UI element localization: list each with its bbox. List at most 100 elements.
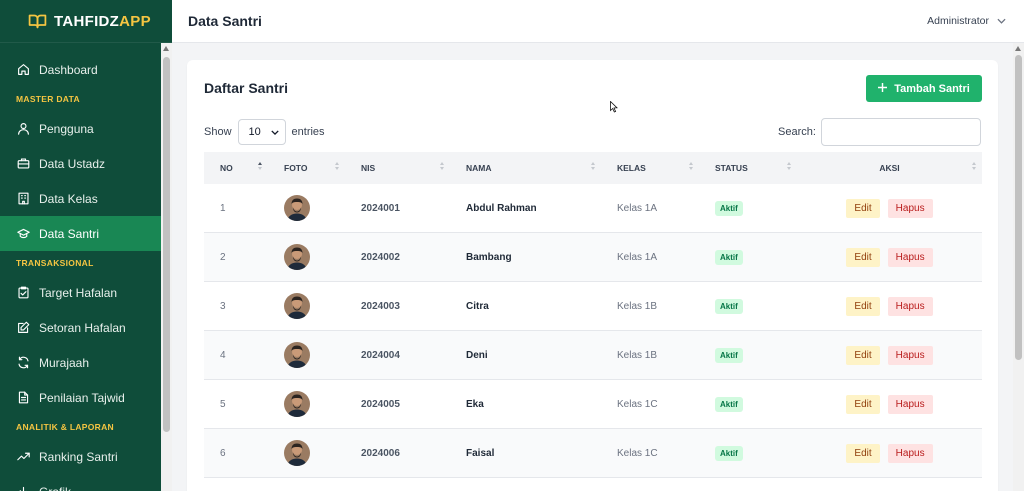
sidebar-item-target-hafalan[interactable]: Target Hafalan bbox=[0, 275, 161, 310]
chevron-down-icon bbox=[997, 15, 1006, 27]
sort-icon bbox=[972, 162, 976, 170]
sidebar-item-murajaah[interactable]: Murajaah bbox=[0, 345, 161, 380]
cell-aksi: Edit Hapus bbox=[797, 198, 982, 218]
sidebar-item-label: Pengguna bbox=[39, 121, 94, 136]
cell-aksi: Edit Hapus bbox=[797, 296, 982, 316]
table-body: 1 2024001 Abdul Rahman Kelas 1A Aktif Edit Hap… bbox=[204, 184, 982, 478]
table-row: 4 2024004 Deni Kelas 1B Aktif Edit Hapus bbox=[204, 331, 982, 380]
table-row: 3 2024003 Citra Kelas 1B Aktif Edit Hapus bbox=[204, 282, 982, 331]
avatar bbox=[284, 391, 310, 417]
home-icon bbox=[18, 64, 29, 75]
cell-foto bbox=[268, 440, 345, 466]
sidebar-item-data-santri[interactable]: Data Santri bbox=[0, 216, 161, 251]
sidebar-item-label: Data Ustadz bbox=[39, 156, 106, 171]
sidebar-item-label: Grafik bbox=[39, 485, 71, 491]
sidebar-item-data-ustadz[interactable]: Data Ustadz bbox=[0, 146, 161, 181]
status-badge: Aktif bbox=[715, 298, 743, 314]
sidebar-item-label: Ranking Santri bbox=[39, 449, 118, 464]
column-header-status[interactable]: STATUS bbox=[699, 152, 797, 184]
sidebar-item-label: Setoran Hafalan bbox=[39, 320, 126, 335]
briefcase-icon bbox=[17, 158, 30, 169]
sidebar-item-ranking-santri[interactable]: Ranking Santri bbox=[0, 439, 161, 474]
delete-button[interactable]: Hapus bbox=[887, 198, 933, 218]
column-header-kelas[interactable]: KELAS bbox=[601, 152, 699, 184]
cell-foto bbox=[268, 342, 345, 368]
cell-aksi: Edit Hapus bbox=[797, 443, 982, 463]
status-badge: Aktif bbox=[715, 396, 743, 412]
avatar bbox=[284, 244, 310, 270]
cell-kelas: Kelas 1A bbox=[617, 202, 658, 214]
sidebar-item-data-kelas[interactable]: Data Kelas bbox=[0, 181, 161, 216]
cell-kelas: Kelas 1A bbox=[617, 251, 658, 263]
sidebar-scrollbar[interactable] bbox=[161, 43, 172, 491]
main-scrollbar[interactable] bbox=[1013, 43, 1024, 491]
sort-icon bbox=[787, 162, 791, 170]
add-santri-button[interactable]: Tambah Santri bbox=[866, 75, 982, 102]
edit-button[interactable]: Edit bbox=[846, 198, 880, 218]
avatar bbox=[284, 195, 310, 221]
chevron-down-icon bbox=[270, 126, 279, 138]
cell-foto bbox=[268, 293, 345, 319]
delete-button[interactable]: Hapus bbox=[887, 394, 933, 414]
edit-button[interactable]: Edit bbox=[846, 443, 880, 463]
cell-kelas: Kelas 1B bbox=[617, 349, 658, 361]
cell-nis: 2024005 bbox=[361, 398, 400, 410]
edit-button[interactable]: Edit bbox=[846, 296, 880, 316]
column-header-nama[interactable]: NAMA bbox=[450, 152, 601, 184]
table-row: 6 2024006 Faisal Kelas 1C Aktif Edit Hapus bbox=[204, 429, 982, 478]
graduation-cap-icon bbox=[17, 228, 30, 239]
user-menu[interactable]: Administrator bbox=[927, 15, 1008, 27]
cell-no: 2 bbox=[220, 251, 226, 263]
column-header-no[interactable]: NO bbox=[204, 152, 268, 184]
table-row: 5 2024005 Eka Kelas 1C Aktif Edit Hapus bbox=[204, 380, 982, 429]
sort-icon bbox=[440, 162, 444, 170]
main-scrollbar-thumb[interactable] bbox=[1015, 55, 1022, 360]
edit-button[interactable]: Edit bbox=[846, 247, 880, 267]
cell-no: 3 bbox=[220, 300, 226, 312]
cell-nama: Abdul Rahman bbox=[466, 202, 537, 214]
cell-nis: 2024002 bbox=[361, 251, 400, 263]
status-badge: Aktif bbox=[715, 200, 743, 216]
sidebar-item-pengguna[interactable]: Pengguna bbox=[0, 111, 161, 146]
sidebar-item-grafik[interactable]: Grafik bbox=[0, 474, 161, 491]
sidebar-item-label: Penilaian Tajwid bbox=[39, 390, 125, 405]
column-header-foto[interactable]: FOTO bbox=[268, 152, 345, 184]
cell-status: Aktif bbox=[699, 200, 797, 216]
column-header-nis[interactable]: NIS bbox=[345, 152, 450, 184]
status-badge: Aktif bbox=[715, 347, 743, 363]
sidebar-section-master-data: MASTER DATA bbox=[16, 94, 80, 104]
sort-icon bbox=[335, 162, 339, 170]
cell-status: Aktif bbox=[699, 347, 797, 363]
delete-button[interactable]: Hapus bbox=[887, 345, 933, 365]
sidebar-item-setoran-hafalan[interactable]: Setoran Hafalan bbox=[0, 310, 161, 345]
delete-button[interactable]: Hapus bbox=[887, 247, 933, 267]
sidebar-item-label: Murajaah bbox=[39, 355, 90, 370]
search-input[interactable] bbox=[820, 118, 981, 146]
delete-button[interactable]: Hapus bbox=[887, 443, 933, 463]
sidebar-item-label: Dashboard bbox=[39, 62, 98, 77]
avatar bbox=[284, 440, 310, 466]
edit-button[interactable]: Edit bbox=[846, 345, 880, 365]
column-header-aksi[interactable]: AKSI bbox=[797, 152, 982, 184]
document-icon bbox=[18, 391, 29, 404]
cell-no: 5 bbox=[220, 398, 226, 410]
card-title: Daftar Santri bbox=[204, 80, 289, 96]
brand[interactable]: TAHFIDZAPP bbox=[0, 0, 172, 43]
sort-icon bbox=[258, 162, 262, 170]
sidebar-item-penilaian-tajwid[interactable]: Penilaian Tajwid bbox=[0, 380, 161, 415]
delete-button[interactable]: Hapus bbox=[887, 296, 933, 316]
sidebar-scrollbar-thumb[interactable] bbox=[163, 57, 170, 432]
brand-name: TAHFIDZAPP bbox=[54, 12, 151, 30]
entries-select[interactable]: 10 bbox=[237, 119, 286, 145]
cell-aksi: Edit Hapus bbox=[797, 394, 982, 414]
sidebar-item-dashboard[interactable]: Dashboard bbox=[0, 52, 161, 87]
status-badge: Aktif bbox=[715, 445, 743, 461]
table-row: 2 2024002 Bambang Kelas 1A Aktif Edit Hapus bbox=[204, 233, 982, 282]
cell-nama: Bambang bbox=[466, 251, 512, 263]
cell-aksi: Edit Hapus bbox=[797, 247, 982, 267]
edit-button[interactable]: Edit bbox=[846, 394, 880, 414]
search-control: Search: bbox=[778, 118, 981, 146]
entries-control: Show 10 entries bbox=[204, 119, 325, 145]
cell-status: Aktif bbox=[699, 396, 797, 412]
clipboard-check-icon bbox=[18, 286, 29, 299]
